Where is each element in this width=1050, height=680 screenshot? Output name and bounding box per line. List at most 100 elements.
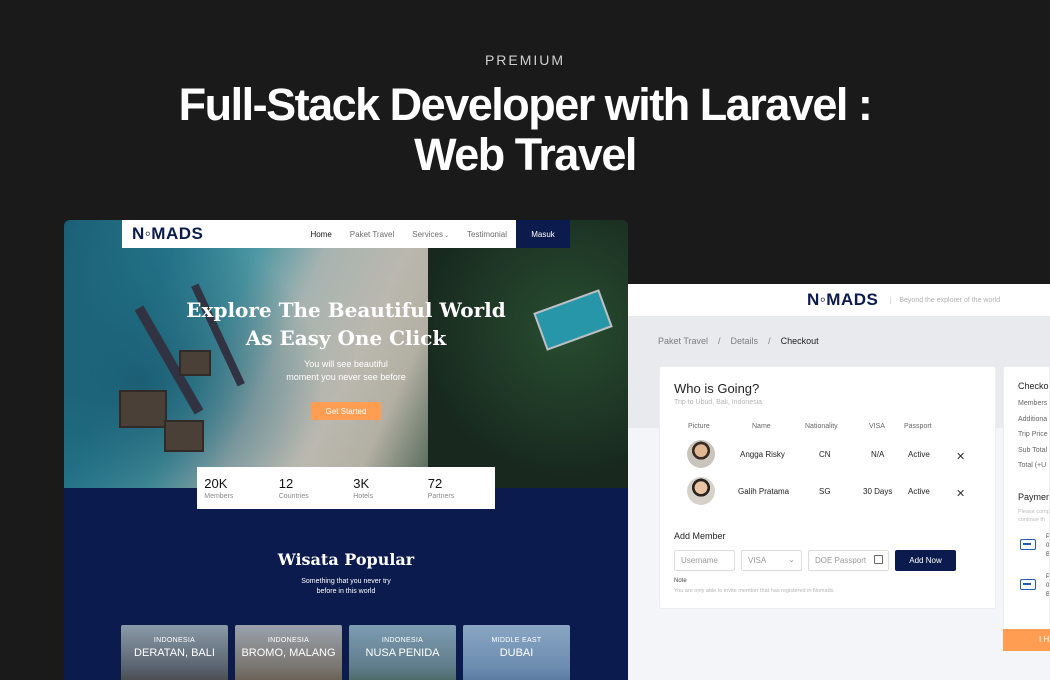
member-name: Angga Risky xyxy=(740,450,785,459)
visa-select-value: VISA xyxy=(748,556,767,565)
nav-paket-travel[interactable]: Paket Travel xyxy=(341,230,403,239)
panel-title: Who is Going? xyxy=(674,381,760,396)
breadcrumb-details[interactable]: Details xyxy=(731,336,759,346)
bank-info-line3: Ba xyxy=(1046,552,1050,558)
course-title: Full-Stack Developer with Laravel : Web … xyxy=(0,80,1050,180)
destination-country: INDONESIA xyxy=(153,637,196,644)
calendar-icon xyxy=(874,555,883,564)
add-now-button[interactable]: Add Now xyxy=(895,550,956,571)
destination-card[interactable]: MIDDLE EAST DUBAI xyxy=(463,625,570,680)
credit-card-icon xyxy=(1020,539,1036,550)
close-icon[interactable]: ✕ xyxy=(956,450,965,463)
chevron-down-icon: ⌄ xyxy=(788,555,795,564)
promo-banner: PREMIUM Full-Stack Developer with Larave… xyxy=(0,0,1050,680)
summary-row: Members xyxy=(1018,400,1048,407)
hero-title-line2: As Easy One Click xyxy=(245,326,447,350)
table-row: Angga Risky CN N/A Active ✕ xyxy=(674,440,984,470)
premium-label: PREMIUM xyxy=(484,52,566,68)
table-row: Galih Pratama SG 30 Days Active ✕ xyxy=(674,477,984,507)
nomads-logo[interactable]: N◦MADS xyxy=(132,224,203,244)
destination-card[interactable]: INDONESIA DERATAN, BALI xyxy=(121,625,228,680)
avatar xyxy=(687,440,715,468)
login-button[interactable]: Masuk xyxy=(516,220,570,248)
destination-country: MIDDLE EAST xyxy=(491,637,542,644)
summary-title: Checkou xyxy=(1018,381,1050,391)
who-is-going-panel: Who is Going? Trip to Ubud, Bali, Indone… xyxy=(659,366,996,609)
note-text: You are only able to invite member that … xyxy=(674,588,835,594)
payment-note-line2: continue th xyxy=(1018,517,1045,523)
destination-card[interactable]: INDONESIA BROMO, MALANG xyxy=(235,625,342,680)
course-title-line1: Full-Stack Developer with Laravel : xyxy=(178,79,873,130)
nav-testimonial[interactable]: Testimonial xyxy=(458,230,516,239)
member-nationality: CN xyxy=(819,450,831,459)
stat-label: Hotels xyxy=(353,493,374,500)
payment-confirm-button[interactable]: I H xyxy=(1003,629,1050,651)
note-label: Note xyxy=(674,578,687,584)
popular-subtitle: Something that you never try before in t… xyxy=(64,577,628,597)
summary-row: Additiona xyxy=(1018,416,1048,423)
destination-place: DUBAI xyxy=(499,647,534,659)
checkout-page-mockup: N◦MADS Beyond the explorer of the world … xyxy=(628,284,1050,680)
nav-services[interactable]: Services⌄ xyxy=(403,230,458,239)
summary-row: Total (+U xyxy=(1018,462,1047,469)
passport-date-input[interactable]: DOE Passport xyxy=(808,550,889,571)
get-started-button[interactable]: Get Started xyxy=(311,402,381,420)
stat-value: 3K xyxy=(353,476,370,491)
avatar xyxy=(687,477,715,505)
member-passport: Active xyxy=(908,450,930,459)
hero-subtitle: You will see beautiful moment you never … xyxy=(64,358,628,384)
nomads-logo[interactable]: N◦MADS xyxy=(807,290,878,310)
stat-value: 72 xyxy=(427,476,443,491)
summary-row: Trip Price xyxy=(1018,431,1048,438)
popular-title: Wisata Popular xyxy=(277,550,415,569)
col-passport: Passport xyxy=(904,423,932,430)
payment-title: Paymen xyxy=(1018,492,1050,502)
stat-label: Countries xyxy=(278,493,309,500)
bank-info-line1: P xyxy=(1046,534,1050,540)
col-nationality: Nationality xyxy=(805,423,838,430)
bank-info-line3: Ba xyxy=(1046,592,1050,598)
col-name: Name xyxy=(752,423,771,430)
bank-info-line1: P xyxy=(1046,574,1050,580)
stat-label: Members xyxy=(204,493,234,500)
bank-info-line2: 08 xyxy=(1046,583,1050,589)
passport-date-placeholder: DOE Passport xyxy=(815,556,867,565)
landing-navbar: N◦MADS Home Paket Travel Services⌄ Testi… xyxy=(122,220,570,248)
payment-note-line1: Please comp xyxy=(1018,509,1050,515)
landing-page-mockup: N◦MADS Home Paket Travel Services⌄ Testi… xyxy=(64,220,628,680)
username-input[interactable]: Username xyxy=(674,550,735,571)
hero-subtitle-line2: moment you never see before xyxy=(286,372,406,382)
hero-subtitle-line1: You will see beautiful xyxy=(304,359,388,369)
member-visa: 30 Days xyxy=(863,487,893,496)
col-picture: Picture xyxy=(688,423,710,430)
breadcrumb: Paket Travel / Details / Checkout xyxy=(658,336,819,346)
credit-card-icon xyxy=(1020,579,1036,590)
destination-country: INDONESIA xyxy=(267,637,310,644)
destination-place: DERATAN, BALI xyxy=(134,647,215,659)
stat-item: 3K Hotels xyxy=(353,476,413,500)
close-icon[interactable]: ✕ xyxy=(956,487,965,500)
destination-country: INDONESIA xyxy=(381,637,424,644)
hero-title: Explore The Beautiful World As Easy One … xyxy=(64,296,628,352)
stat-label: Partners xyxy=(427,493,455,500)
popular-subtitle-line2: before in this world xyxy=(316,588,376,595)
payment-note: Please comp continue th xyxy=(1018,508,1050,524)
destination-card[interactable]: INDONESIA NUSA PENIDA xyxy=(349,625,456,680)
member-visa: N/A xyxy=(871,450,885,459)
stat-value: 20K xyxy=(204,476,228,491)
stats-bar: 20K Members 12 Countries 3K Hotels 72 Partne… xyxy=(197,467,495,509)
member-passport: Active xyxy=(908,487,930,496)
chevron-down-icon: ⌄ xyxy=(443,232,449,239)
nav-home[interactable]: Home xyxy=(301,230,340,239)
bank-info: P 08 Ba xyxy=(1046,573,1050,600)
col-visa: VISA xyxy=(869,423,885,430)
hero-title-line1: Explore The Beautiful World xyxy=(186,298,506,322)
member-nationality: SG xyxy=(819,487,831,496)
stat-item: 12 Countries xyxy=(279,476,339,500)
bank-info-line2: 08 xyxy=(1046,543,1050,549)
visa-select[interactable]: VISA ⌄ xyxy=(741,550,802,571)
breadcrumb-paket-travel[interactable]: Paket Travel xyxy=(658,336,708,346)
stat-item: 72 Partners xyxy=(428,476,488,500)
nav-services-label: Services xyxy=(412,229,443,239)
summary-row: Sub Total xyxy=(1018,447,1048,454)
